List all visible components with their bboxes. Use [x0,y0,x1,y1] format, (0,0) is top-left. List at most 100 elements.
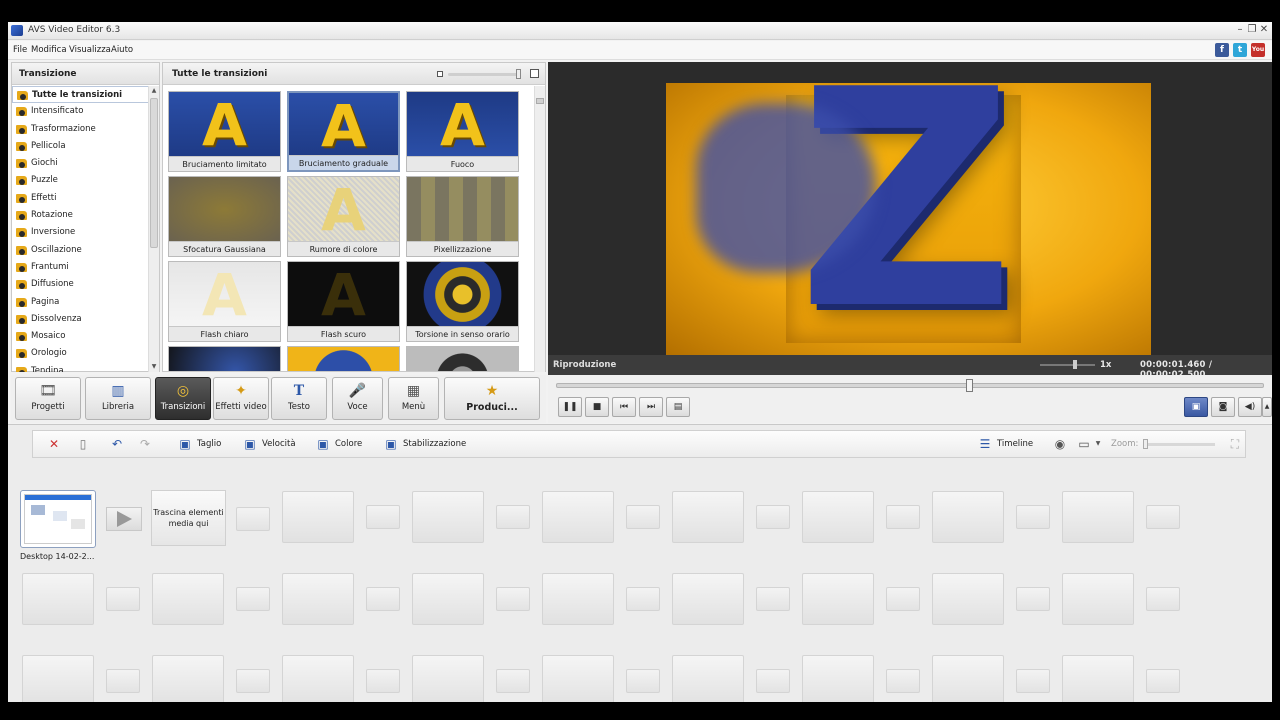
transition-tile[interactable]: A Bruciamento limitato [168,91,281,172]
speed-knob[interactable] [1073,360,1077,369]
storyboard-transition-slot[interactable] [626,587,660,611]
color-icon[interactable]: ▣ [316,437,330,451]
category-item[interactable]: Inversione [12,224,149,241]
category-scrollbar[interactable]: ▲ ▼ [148,86,159,372]
drop-media-zone[interactable]: Trascina elementi media qui [151,490,226,546]
storyboard-transition-slot[interactable] [886,587,920,611]
monitor-button[interactable]: ▣ [1184,397,1208,417]
testo-button[interactable]: T Testo [271,377,327,420]
youtube-icon[interactable]: You [1251,43,1265,57]
storyboard-media-slot[interactable] [542,573,614,625]
storyboard-media-slot[interactable] [282,655,354,702]
category-item[interactable]: Rotazione [12,207,149,224]
storyboard-media-slot[interactable] [802,573,874,625]
storyboard-media-slot[interactable] [22,655,94,702]
pause-button[interactable]: ❚❚ [558,397,582,417]
category-item[interactable]: Dissolvenza [12,311,149,328]
category-item[interactable]: Pagina [12,294,149,311]
storyboard-transition-slot[interactable] [106,669,140,693]
transition-tile[interactable]: A [406,346,519,371]
produci-button[interactable]: ★ Produci... [444,377,540,420]
speed-slider[interactable] [1040,364,1095,366]
transition-tile[interactable]: A [287,346,400,371]
storyboard-transition-slot[interactable] [236,669,270,693]
timeline-zoom-knob[interactable] [1143,439,1148,449]
transition-tile[interactable]: A [168,346,281,371]
category-scroll-thumb[interactable] [150,98,158,248]
snapshot-camera-icon[interactable]: ◙ [1211,397,1235,417]
category-item[interactable]: Diffusione [12,276,149,293]
storyboard-media-slot[interactable] [802,491,874,543]
progetti-button[interactable]: 🎞 Progetti [15,377,81,420]
gallery-scrollbar[interactable] [534,86,545,372]
storyboard-media-slot[interactable] [22,573,94,625]
timeline-view-icon[interactable]: ☰ [978,437,992,451]
velocita-button[interactable]: Velocità [262,439,296,449]
storyboard-transition-slot[interactable] [106,587,140,611]
category-item[interactable]: Tendina [12,363,149,372]
gallery-scroll-thumb[interactable] [536,98,544,104]
storyboard-media-slot[interactable] [542,491,614,543]
stabilization-icon[interactable]: ▣ [384,437,398,451]
trim-icon[interactable]: ▣ [178,437,192,451]
large-thumbs-icon[interactable] [530,69,539,78]
storyboard-media-slot[interactable] [1062,573,1134,625]
previous-frame-button[interactable]: ⏮ [612,397,636,417]
category-item[interactable]: Giochi [12,155,149,172]
stop-button[interactable]: ■ [585,397,609,417]
storyboard-transition-slot[interactable] [366,505,400,529]
delete-icon[interactable]: ✕ [47,437,61,451]
transition-tile[interactable]: A Fuoco [406,91,519,172]
transition-tile[interactable]: A Flash chiaro [168,261,281,342]
transition-tile[interactable]: A Rumore di colore [287,176,400,257]
timeline-zoom-slider[interactable] [1143,439,1215,449]
minimize-icon[interactable]: – [1234,24,1246,35]
storyboard-transition-slot[interactable] [236,507,270,531]
redo-icon[interactable]: ↷ [138,437,152,451]
storyboard-transition-slot[interactable] [496,587,530,611]
menu-aiuto[interactable]: Aiuto [111,45,133,55]
category-item[interactable]: Orologio [12,345,149,362]
next-frame-button[interactable]: ⏭ [639,397,663,417]
storyboard-media-slot[interactable] [672,573,744,625]
storyboard-transition-slot[interactable] [756,669,790,693]
storyboard-media-slot[interactable] [802,655,874,702]
category-item[interactable]: Pellicola [12,138,149,155]
thumbnail-size-knob[interactable] [516,69,521,79]
transition-tile[interactable]: A Bruciamento graduale [287,91,400,172]
volume-dropdown-icon[interactable]: ▲ [1262,397,1272,417]
transizioni-button[interactable]: ◎ Transizioni [155,377,211,420]
webcam-icon[interactable]: ◉ [1053,437,1067,451]
timeline-button[interactable]: Timeline [997,439,1033,449]
speed-icon[interactable]: ▣ [243,437,257,451]
small-thumbs-icon[interactable] [437,71,443,77]
menu-file[interactable]: File [13,45,27,55]
menu-modifica[interactable]: Modifica [31,45,67,55]
storyboard-transition-slot[interactable] [626,505,660,529]
storyboard-transition-slot[interactable] [886,669,920,693]
taglio-button[interactable]: Taglio [197,439,221,449]
storyboard-media-slot[interactable] [1062,655,1134,702]
category-item[interactable]: Trasformazione [12,121,149,138]
scroll-down-icon[interactable]: ▼ [149,362,159,372]
transition-tile[interactable]: A Flash scuro [287,261,400,342]
transition-slot[interactable] [106,507,142,531]
seek-knob[interactable] [966,379,973,392]
restore-icon[interactable]: ❐ [1246,24,1258,35]
category-item[interactable]: Oscillazione [12,242,149,259]
menu-button[interactable]: ▦ Menù [388,377,439,420]
storyboard-media-slot[interactable] [932,573,1004,625]
menu-visualizza[interactable]: Visualizza [69,45,111,55]
storyboard-media-slot[interactable] [932,491,1004,543]
storyboard-transition-slot[interactable] [496,505,530,529]
storyboard-media-slot[interactable] [282,491,354,543]
delete-all-icon[interactable]: ▯ [76,437,90,451]
storyboard-media-slot[interactable] [152,573,224,625]
monitor-icon[interactable]: ▭ [1077,437,1091,451]
libreria-button[interactable]: ▥ Libreria [85,377,151,420]
storyboard-transition-slot[interactable] [1146,669,1180,693]
category-item[interactable]: Mosaico [12,328,149,345]
storyboard-transition-slot[interactable] [756,587,790,611]
thumbnail-size-slider[interactable] [448,69,521,79]
fullscreen-preview-button[interactable]: ▤ [666,397,690,417]
